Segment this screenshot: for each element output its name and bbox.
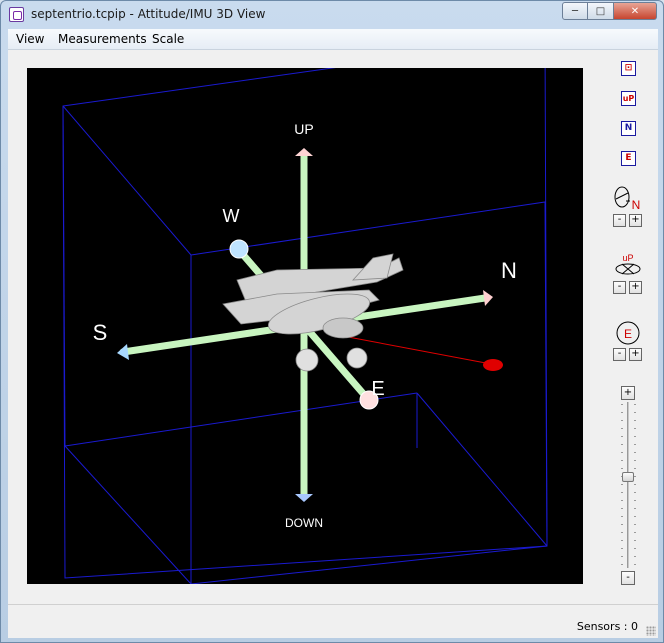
close-button[interactable]: ✕ [614,2,657,20]
zoom-out-button[interactable]: - [621,571,635,585]
scene-svg: UP DOWN N S E W [62,68,548,584]
zoom-in-button[interactable]: + [621,386,635,400]
sensors-status: Sensors : 0 [576,620,638,633]
reset-view-button[interactable]: ⊡ [621,61,636,76]
svg-text:uP: uP [622,253,633,263]
airplane-wheel [295,348,319,372]
view-east-button[interactable]: E [621,151,636,166]
app-icon[interactable] [9,7,24,22]
view-north-button[interactable]: N [621,121,636,136]
app-window: septentrio.tcpip - Attitude/IMU 3D View … [0,0,664,643]
north-arrow-cap [483,290,493,306]
view-up-button[interactable]: uP [621,91,636,106]
svg-text:N: N [632,198,641,211]
menu-bar: View Measurements Scale [8,29,658,50]
minimize-button[interactable]: ─ [562,2,588,20]
zoom-slider[interactable]: + - [618,386,648,586]
airplane-engine [322,317,364,339]
rotate-up-icon: uP [615,253,641,275]
view-toolbar: ⊡ uP N E N - + uP - + E - + + - [598,50,658,604]
menu-measurements[interactable]: Measurements [58,32,147,46]
menu-scale[interactable]: Scale [152,32,184,46]
view-north-icon: N [624,123,633,133]
airplane-tail [352,253,394,281]
label-down: DOWN [285,516,323,530]
rotate-north-icon: N [614,186,641,211]
rotate-up-minus-button[interactable]: - [613,281,626,294]
reset-view-icon: ⊡ [624,63,633,73]
label-west: W [223,206,240,226]
south-arrow-cap [117,344,129,360]
title-bar[interactable]: septentrio.tcpip - Attitude/IMU 3D View … [1,1,663,29]
zoom-slider-thumb[interactable] [622,472,634,483]
rotate-up-plus-button[interactable]: + [629,281,642,294]
zoom-slider-track[interactable] [627,402,629,568]
label-south: S [93,320,108,345]
close-icon: ✕ [630,5,640,17]
rotate-east-icon: E [616,321,640,345]
airplane-wheel [346,347,368,369]
zoom-slider-ticks [634,404,648,566]
label-north: N [501,258,517,283]
maximize-button[interactable]: □ [588,2,614,20]
box-edge [64,445,192,584]
rotate-north-group: N - + [612,185,644,229]
view-up-icon: uP [622,94,635,103]
rotate-east-group: E - + [612,319,644,363]
down-arrow-cap [295,494,313,502]
maximize-icon: □ [595,5,606,17]
rotate-east-plus-button[interactable]: + [629,348,642,361]
menu-view[interactable]: View [16,32,44,46]
rotate-east-minus-button[interactable]: - [613,348,626,361]
box-edge [416,392,548,547]
svg-text:E: E [624,327,632,341]
rotate-north-plus-button[interactable]: + [629,214,642,227]
box-edge [62,105,192,256]
label-east: E [371,378,384,400]
minimize-icon: ─ [571,5,579,17]
label-up: UP [294,121,313,137]
status-bar: Sensors : 0 [8,604,658,638]
heading-marker [483,359,503,371]
view-east-icon: E [625,153,632,163]
up-arrow-cap [295,148,313,156]
west-sphere [229,239,249,259]
window-title: septentrio.tcpip - Attitude/IMU 3D View [31,7,266,21]
resize-grip-icon[interactable] [646,626,656,636]
rotate-up-group: uP - + [612,252,644,296]
attitude-3d-view[interactable]: UP DOWN N S E W [27,68,583,584]
rotate-north-minus-button[interactable]: - [613,214,626,227]
client-area: UP DOWN N S E W ⊡ uP N E N - + uP - + E … [8,50,658,604]
window-controls: ─ □ ✕ [562,2,657,20]
